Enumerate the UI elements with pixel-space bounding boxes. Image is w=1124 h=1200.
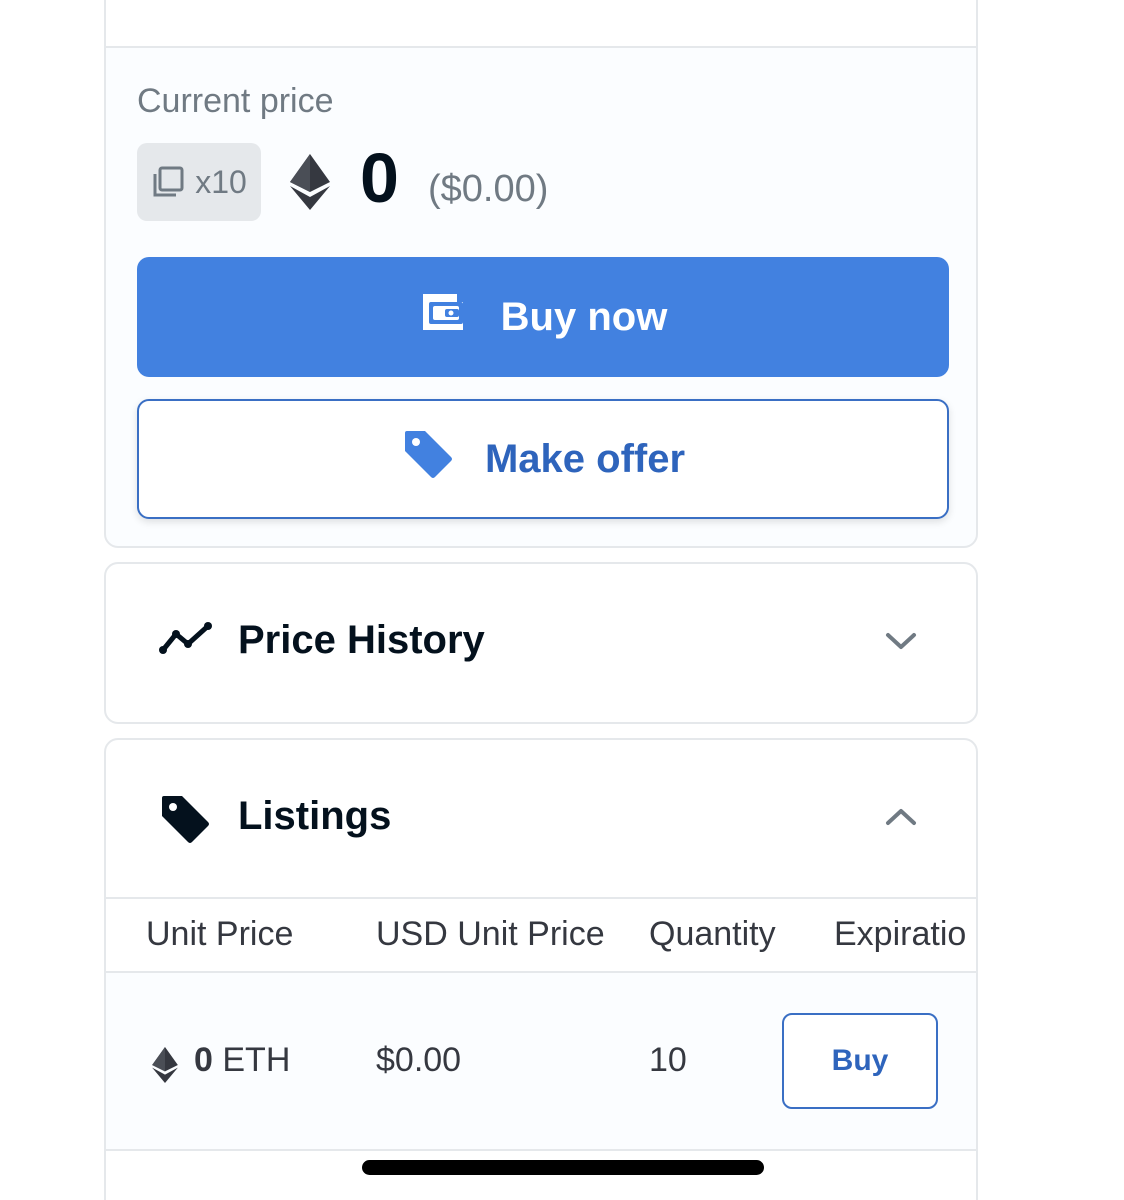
buy-now-button[interactable]: Buy now (137, 257, 949, 377)
price-history-title: Price History (238, 618, 485, 662)
tag-icon (401, 427, 455, 491)
item-detail-page: Current price x10 0 ($0.00) Buy now Make… (0, 0, 1124, 1200)
chevron-down-icon[interactable] (884, 630, 918, 657)
home-indicator (362, 1160, 764, 1175)
quantity-badge-text: x10 (195, 163, 247, 200)
quantity-cell: 10 (649, 1041, 687, 1079)
column-header-usd-unit-price: USD Unit Price (376, 915, 605, 953)
make-offer-button[interactable]: Make offer (137, 399, 949, 519)
price-card: Current price x10 0 ($0.00) Buy now Make… (104, 0, 978, 548)
trend-line-icon (158, 620, 214, 661)
price-history-panel[interactable]: Price History (104, 562, 978, 724)
listings-panel: Listings Unit Price USD Unit Price Quant… (104, 738, 978, 1200)
current-price-label: Current price (137, 82, 334, 120)
wallet-icon (419, 290, 467, 344)
chevron-up-icon[interactable] (884, 806, 918, 833)
ethereum-icon (152, 1047, 178, 1092)
buy-now-label: Buy now (500, 294, 668, 339)
current-price-value: 0 (360, 139, 399, 217)
column-header-quantity: Quantity (649, 915, 776, 953)
listing-buy-button[interactable]: Buy (782, 1013, 938, 1109)
listings-title[interactable]: Listings (238, 794, 391, 839)
tag-icon (158, 792, 212, 851)
unit-price-amount: 0 (194, 1041, 213, 1079)
current-price-usd: ($0.00) (428, 168, 549, 210)
make-offer-label: Make offer (484, 436, 686, 481)
copies-icon (151, 165, 185, 199)
divider (106, 1149, 976, 1151)
table-row: 0 ETH $0.00 10 Buy (106, 973, 976, 1149)
ethereum-icon (290, 154, 330, 215)
column-header-expiration: Expiratio (834, 915, 967, 953)
usd-unit-price-cell: $0.00 (376, 1041, 462, 1079)
listings-table-header: Unit Price USD Unit Price Quantity Expir… (106, 899, 976, 971)
quantity-badge: x10 (137, 143, 261, 221)
column-header-unit-price: Unit Price (146, 915, 294, 953)
unit-price-currency: ETH (222, 1041, 291, 1079)
unit-price-cell: 0 ETH (194, 1041, 290, 1080)
card-top-section (106, 0, 976, 48)
